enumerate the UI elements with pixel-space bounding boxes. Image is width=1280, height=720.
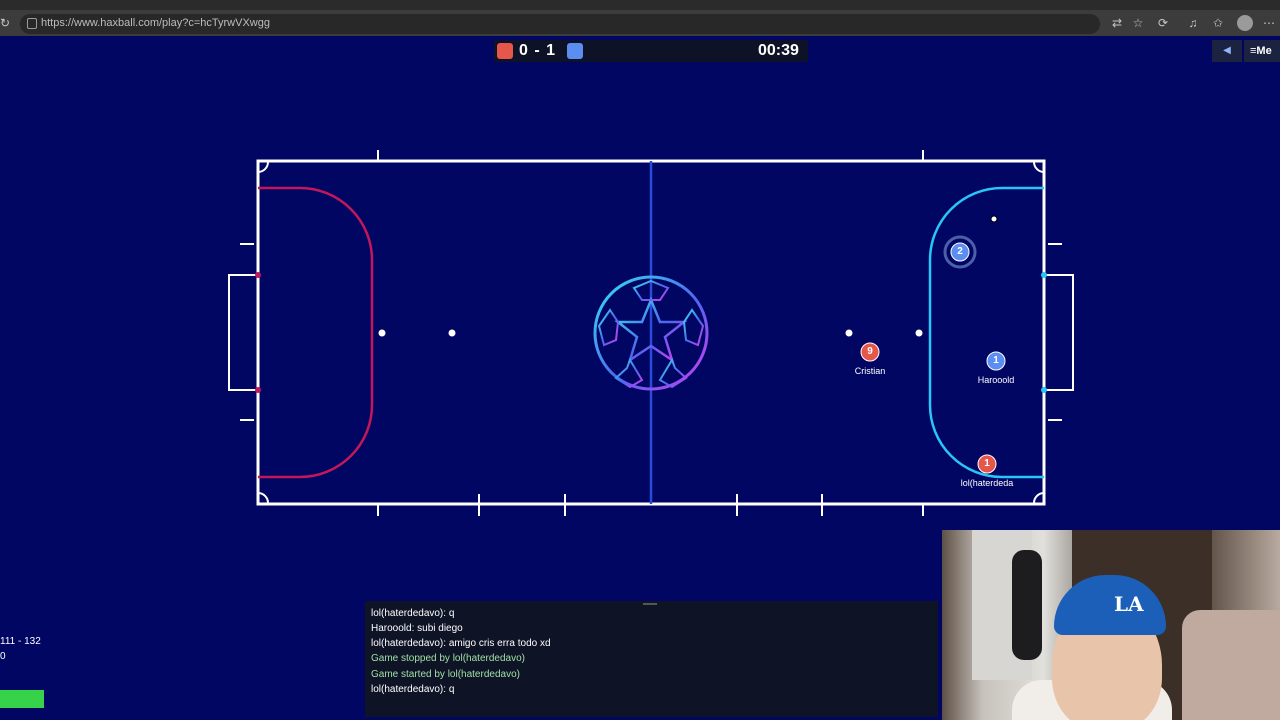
chat-message: lol(haterdedavo): amigo cris erra todo x… [371, 638, 551, 649]
chat-message: lol(haterdedavo): q [371, 684, 455, 695]
penalty-spot [448, 329, 456, 337]
player-number: 9 [867, 346, 873, 357]
chat-system-message: Game started by lol(haterdedavo) [371, 669, 520, 680]
chat-system-message: Game stopped by lol(haterdedavo) [371, 653, 525, 664]
left-goal [228, 274, 258, 391]
ping-graph [0, 690, 44, 708]
player-number: 1 [993, 355, 999, 366]
stats-overlay: 111 - 132 0 [0, 634, 41, 664]
player-name: Harooold [977, 375, 1015, 385]
player-name: Cristian [854, 366, 886, 376]
stats-line: 111 - 132 [0, 636, 41, 647]
goal-post [255, 272, 261, 278]
chat-input[interactable] [371, 701, 931, 715]
goal-post [1041, 387, 1047, 393]
penalty-spot [378, 329, 386, 337]
player-name: lol(haterdeda [960, 478, 1014, 488]
stats-line: 0 [0, 651, 6, 662]
chat-message: Harooold: subi diego [371, 623, 463, 634]
cap-logo-icon: LA [1114, 592, 1144, 616]
ball [990, 215, 998, 223]
right-penalty-area [928, 186, 1044, 479]
webcam-coat [1012, 550, 1042, 660]
webcam-bed [1182, 610, 1280, 720]
penalty-spot [915, 329, 923, 337]
left-penalty-area [258, 186, 374, 479]
right-goal [1044, 274, 1074, 391]
chat-message: lol(haterdedavo): q [371, 608, 455, 619]
penalty-spot [845, 329, 853, 337]
player-number: 2 [957, 246, 963, 257]
player-number: 1 [984, 458, 990, 469]
goal-post [1041, 272, 1047, 278]
chat-resize-handle[interactable] [643, 603, 657, 605]
goal-post [255, 387, 261, 393]
webcam-overlay: LA [942, 530, 1280, 720]
